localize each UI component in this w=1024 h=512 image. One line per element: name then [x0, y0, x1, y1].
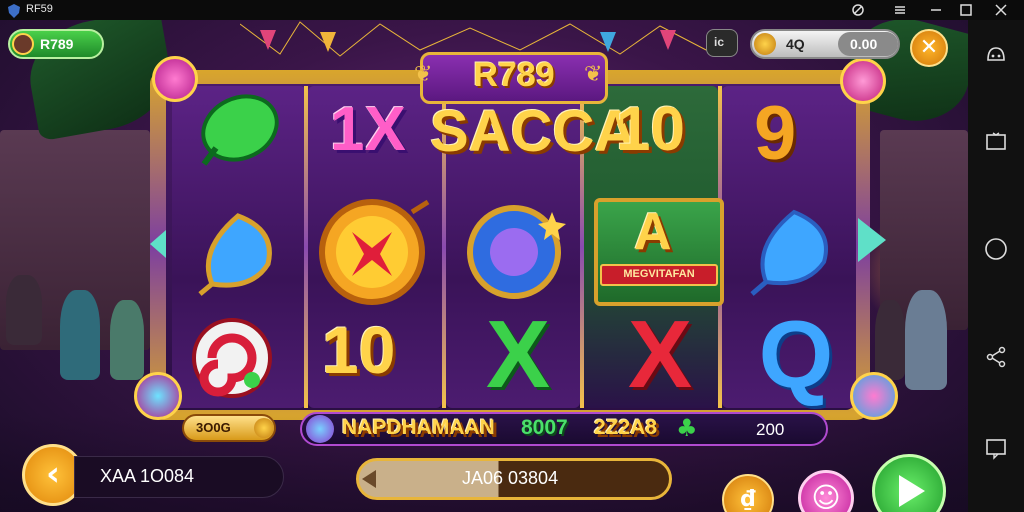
smile-coin-icon — [254, 418, 274, 438]
avatar[interactable] — [12, 33, 34, 55]
share-icon[interactable] — [982, 343, 1010, 371]
blue-leaf-gem-icon — [744, 206, 840, 298]
symbol-nine: 9 — [754, 91, 797, 176]
left-value: XAA 1O084 — [100, 466, 195, 486]
side-toolbar — [968, 20, 1024, 512]
close-game-button[interactable]: ✕ — [910, 29, 948, 67]
symbol-blue-q: Q — [758, 301, 834, 408]
crowd-person — [60, 290, 100, 380]
game-logo: R789 — [473, 56, 555, 94]
reel-divider — [304, 86, 308, 408]
close-icon[interactable] — [986, 0, 1016, 20]
game-viewport[interactable]: R789 ❦ ❦ 1X SACCA 10 10 X A MEGVITAFAN X… — [0, 20, 968, 512]
arrow-right-icon[interactable] — [858, 218, 886, 262]
menu-icon[interactable] — [885, 0, 915, 20]
bet-chip-value: 3O0G — [196, 420, 231, 435]
swirl-lollipop-icon — [840, 58, 886, 104]
back-icon[interactable] — [982, 434, 1010, 462]
crowd-person — [6, 275, 42, 345]
clover-icon: ♣ — [676, 414, 698, 442]
maximize-icon[interactable] — [951, 0, 981, 20]
banner-title: SACCA — [430, 99, 637, 164]
swirl-candy-icon — [188, 316, 276, 402]
ticker-value: 200 — [756, 420, 785, 439]
ribbon-text: MEGVITAFAN — [623, 268, 695, 280]
app-icon — [8, 3, 20, 18]
minimize-icon[interactable] — [921, 0, 951, 20]
symbol-green-x: X — [485, 301, 551, 408]
crowd-person — [905, 290, 947, 390]
banner-multiplier: 1X — [330, 95, 406, 164]
play-back-icon[interactable] — [362, 470, 376, 488]
swirl-lollipop-icon — [850, 372, 898, 420]
app-title: RF59 — [26, 3, 53, 15]
home-circle-icon[interactable] — [982, 235, 1010, 263]
laurel-right-icon: ❦ — [584, 62, 603, 87]
spin-play-button[interactable] — [872, 454, 946, 512]
swirl-lollipop-icon — [134, 372, 182, 420]
blue-leaf-gem-icon — [190, 210, 286, 300]
window-title-bar: RF59 — [0, 0, 1024, 20]
coin-value: 4Q — [786, 36, 805, 52]
crowd-person — [875, 300, 905, 380]
green-candy-icon — [196, 86, 286, 172]
center-value: JA06 03804 — [462, 468, 559, 488]
orange-coin-x-icon — [314, 196, 436, 306]
ticker-code: 2Z2A8 — [594, 416, 658, 439]
coin-icon — [754, 33, 776, 55]
swirl-lollipop-icon — [152, 56, 198, 102]
symbol-ten: 10 — [322, 313, 396, 387]
ticker-number: 8007 — [521, 416, 568, 439]
gem-icon — [306, 415, 334, 443]
ticker-text: NAPDHAMAAN — [342, 416, 495, 439]
keyboard-mapping-icon[interactable] — [982, 40, 1010, 68]
balance-label: R789 — [40, 36, 74, 52]
screen-icon[interactable] — [982, 128, 1010, 156]
gamepad-icon[interactable] — [843, 0, 873, 20]
crowd-person — [110, 300, 144, 380]
laurel-left-icon: ❦ — [414, 62, 433, 87]
arrow-left-icon[interactable] — [150, 230, 166, 258]
secondary-value: 0.00 — [850, 36, 878, 52]
play-icon — [899, 475, 925, 507]
banner-ten: 10 — [616, 95, 685, 164]
symbol-red-x: X — [627, 301, 693, 408]
symbol-a: A — [634, 203, 672, 261]
blue-orb-gem-icon — [462, 200, 572, 306]
settings-badge-label: ic — [714, 35, 725, 49]
